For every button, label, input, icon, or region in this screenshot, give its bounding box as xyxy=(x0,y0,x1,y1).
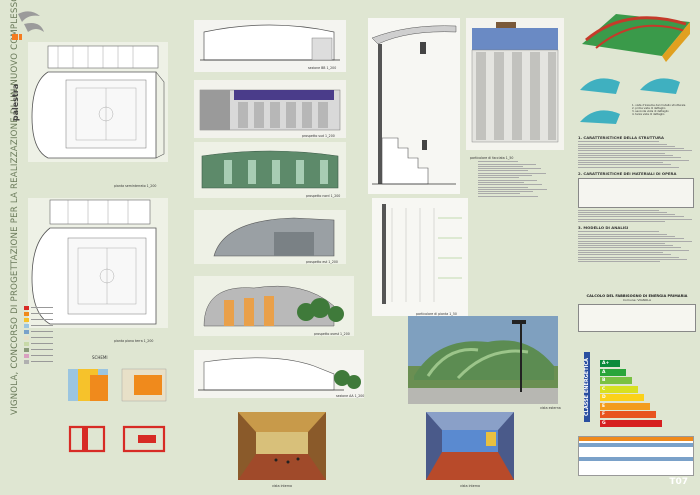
detail-plan-drawing xyxy=(372,198,468,316)
plan-ground-drawing xyxy=(28,42,168,162)
prospect-west-drawing xyxy=(194,276,354,336)
sheet-code: T07 xyxy=(669,477,688,487)
energy-grade-bar: C xyxy=(600,385,638,393)
logo xyxy=(10,8,50,44)
section-heading-1: 1. CARATTERISTICHE DELLA STRUTTURA xyxy=(578,135,664,140)
legend-swatch xyxy=(24,305,62,310)
detail-plan-panel: particolare di pianta 1_50 xyxy=(372,198,468,316)
section-heading-3: 3. MODELLO DI ANALISI xyxy=(578,225,629,231)
interior-render-1 xyxy=(238,412,326,480)
prospect-north-label: prospetto nord 1_200 xyxy=(306,194,341,198)
schemi-drawing xyxy=(68,368,167,453)
structure-detail-views xyxy=(580,78,680,124)
detail-section-drawing xyxy=(368,18,460,194)
structure-legend-item: 4. terza vista di dettaglio xyxy=(632,113,665,116)
side-label: palestra xyxy=(11,83,21,122)
prospect-south-panel: prospetto sud 1_200 xyxy=(194,80,346,138)
plan-floor-label: pianta piano terra 1_200 xyxy=(114,339,154,343)
prospect-west-label: prospetto ovest 1_200 xyxy=(314,332,350,336)
section-heading-2: 2. CARATTERISTICHE DEI MATERIALI DI OPER… xyxy=(578,170,677,176)
structure-render-panel xyxy=(576,4,696,64)
energy-panel: CALCOLO DEL FABBISOGNO DI ENERGIA PRIMAR… xyxy=(578,294,696,434)
legend-swatch xyxy=(24,323,62,328)
section-bb-label: sezione BB 1_200 xyxy=(308,66,337,70)
interior-render-2 xyxy=(426,412,514,480)
color-legend xyxy=(24,305,62,385)
prospect-east-drawing xyxy=(194,210,346,264)
legend-swatch xyxy=(24,347,62,352)
energy-comune: Comune: VIGNOLA xyxy=(622,298,652,302)
section-aa-label: sezione AA 1_200 xyxy=(336,394,365,398)
structure-legend: 1. vista d'insieme del modello struttura… xyxy=(632,104,696,116)
logo-mark-icon xyxy=(12,11,44,40)
plan-ground-panel: pianta seminterrato 1_200 xyxy=(28,42,168,188)
interior-render-2-panel: vista interna xyxy=(426,412,514,488)
calc-text-column: 1. CARATTERISTICHE DELLA STRUTTURA 2. CA… xyxy=(578,132,694,292)
legend-swatch xyxy=(24,359,62,364)
detail-notes xyxy=(478,160,558,220)
section-bb-drawing xyxy=(194,20,346,72)
legend-swatch xyxy=(24,329,62,334)
detail-facade-panel: particolare di facciata 1_50 xyxy=(466,18,564,160)
structure-render xyxy=(582,14,690,62)
prospect-south-drawing xyxy=(194,80,346,138)
schemi-panel: SCHEMI xyxy=(64,355,170,455)
detail-section-panel: particolare di sezione 1_50 xyxy=(368,18,460,202)
legend-swatch xyxy=(24,341,62,346)
energy-scale: CLASSE ENERGETICA A+ A B C D E F G xyxy=(578,352,696,430)
prospect-south-label: prospetto sud 1_200 xyxy=(302,134,335,138)
prospect-east-panel: prospetto est 1_200 xyxy=(194,210,346,264)
energy-grade-bar: A+ xyxy=(600,360,620,367)
interior-render-1-panel: vista interna xyxy=(238,412,326,488)
energy-grade-bar: E xyxy=(600,402,650,410)
exterior-render-panel: vista esterna xyxy=(408,316,561,410)
energy-grade-bar: B xyxy=(600,377,632,384)
legend-swatch xyxy=(24,317,62,322)
vertical-title: VIGNOLA, CONCORSO DI PROGETTAZIONE PER L… xyxy=(10,0,20,415)
prospect-north-panel: prospetto nord 1_200 xyxy=(194,142,346,198)
detail-facade-drawing xyxy=(466,18,564,150)
interior-render-1-label: vista interna xyxy=(272,484,292,488)
energy-grade-bar: G xyxy=(600,419,662,427)
section-aa-drawing xyxy=(194,350,364,398)
energy-class-label: CLASSE ENERGETICA xyxy=(584,352,590,422)
energy-grade-bar: F xyxy=(600,411,656,418)
section-aa-panel: sezione AA 1_200 xyxy=(194,350,364,398)
energy-grade-bar: A xyxy=(600,368,626,376)
energy-grade-bar: D xyxy=(600,394,644,401)
energy-table xyxy=(578,304,696,332)
legend-swatch xyxy=(24,353,62,358)
prospect-north-drawing xyxy=(194,142,346,198)
schemi-title: SCHEMI xyxy=(92,355,108,360)
legend-swatch xyxy=(24,311,62,316)
prospect-east-label: prospetto est 1_200 xyxy=(306,260,338,264)
summary-table xyxy=(578,436,694,476)
structure-details: 1. vista d'insieme del modello struttura… xyxy=(576,66,696,126)
plan-ground-label: pianta seminterrato 1_200 xyxy=(114,184,157,188)
exterior-render-label: vista esterna xyxy=(540,406,561,410)
materials-table xyxy=(578,177,694,208)
exterior-render xyxy=(408,316,558,404)
section-bb-panel: sezione BB 1_200 xyxy=(194,20,346,72)
legend-swatch xyxy=(24,335,62,340)
prospect-west-panel: prospetto ovest 1_200 xyxy=(194,276,354,336)
interior-render-2-label: vista interna xyxy=(460,484,480,488)
